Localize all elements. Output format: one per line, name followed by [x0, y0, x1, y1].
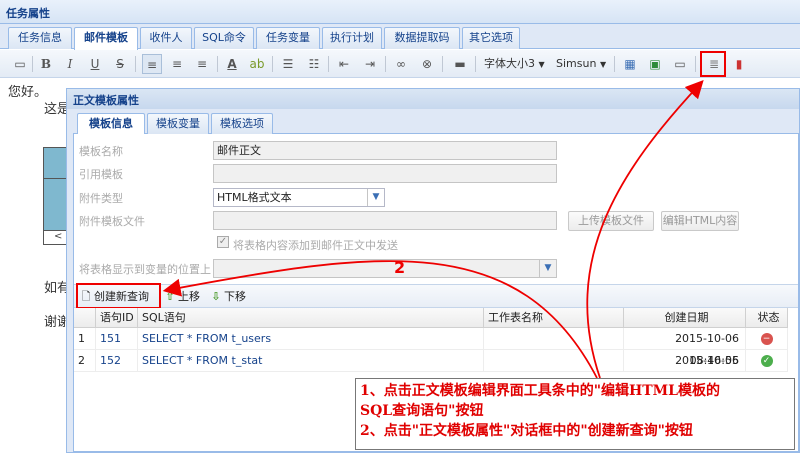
arrow-to-create-query [162, 260, 598, 379]
annotation-line: 2、点击"正文模板属性"对话框中的"创建新查询"按钮 [360, 423, 693, 439]
annotation-box: 1、点击正文模板编辑界面工具条中的"编辑HTML模板的 SQL查询语句"按钮 2… [355, 378, 795, 450]
annotation-line: 1、点击正文模板编辑界面工具条中的"编辑HTML模板的 [360, 383, 721, 399]
annotation-line: SQL查询语句"按钮 [360, 403, 484, 419]
step-marker-2: 2 [394, 258, 406, 277]
arrow-to-sql-button [586, 80, 704, 379]
